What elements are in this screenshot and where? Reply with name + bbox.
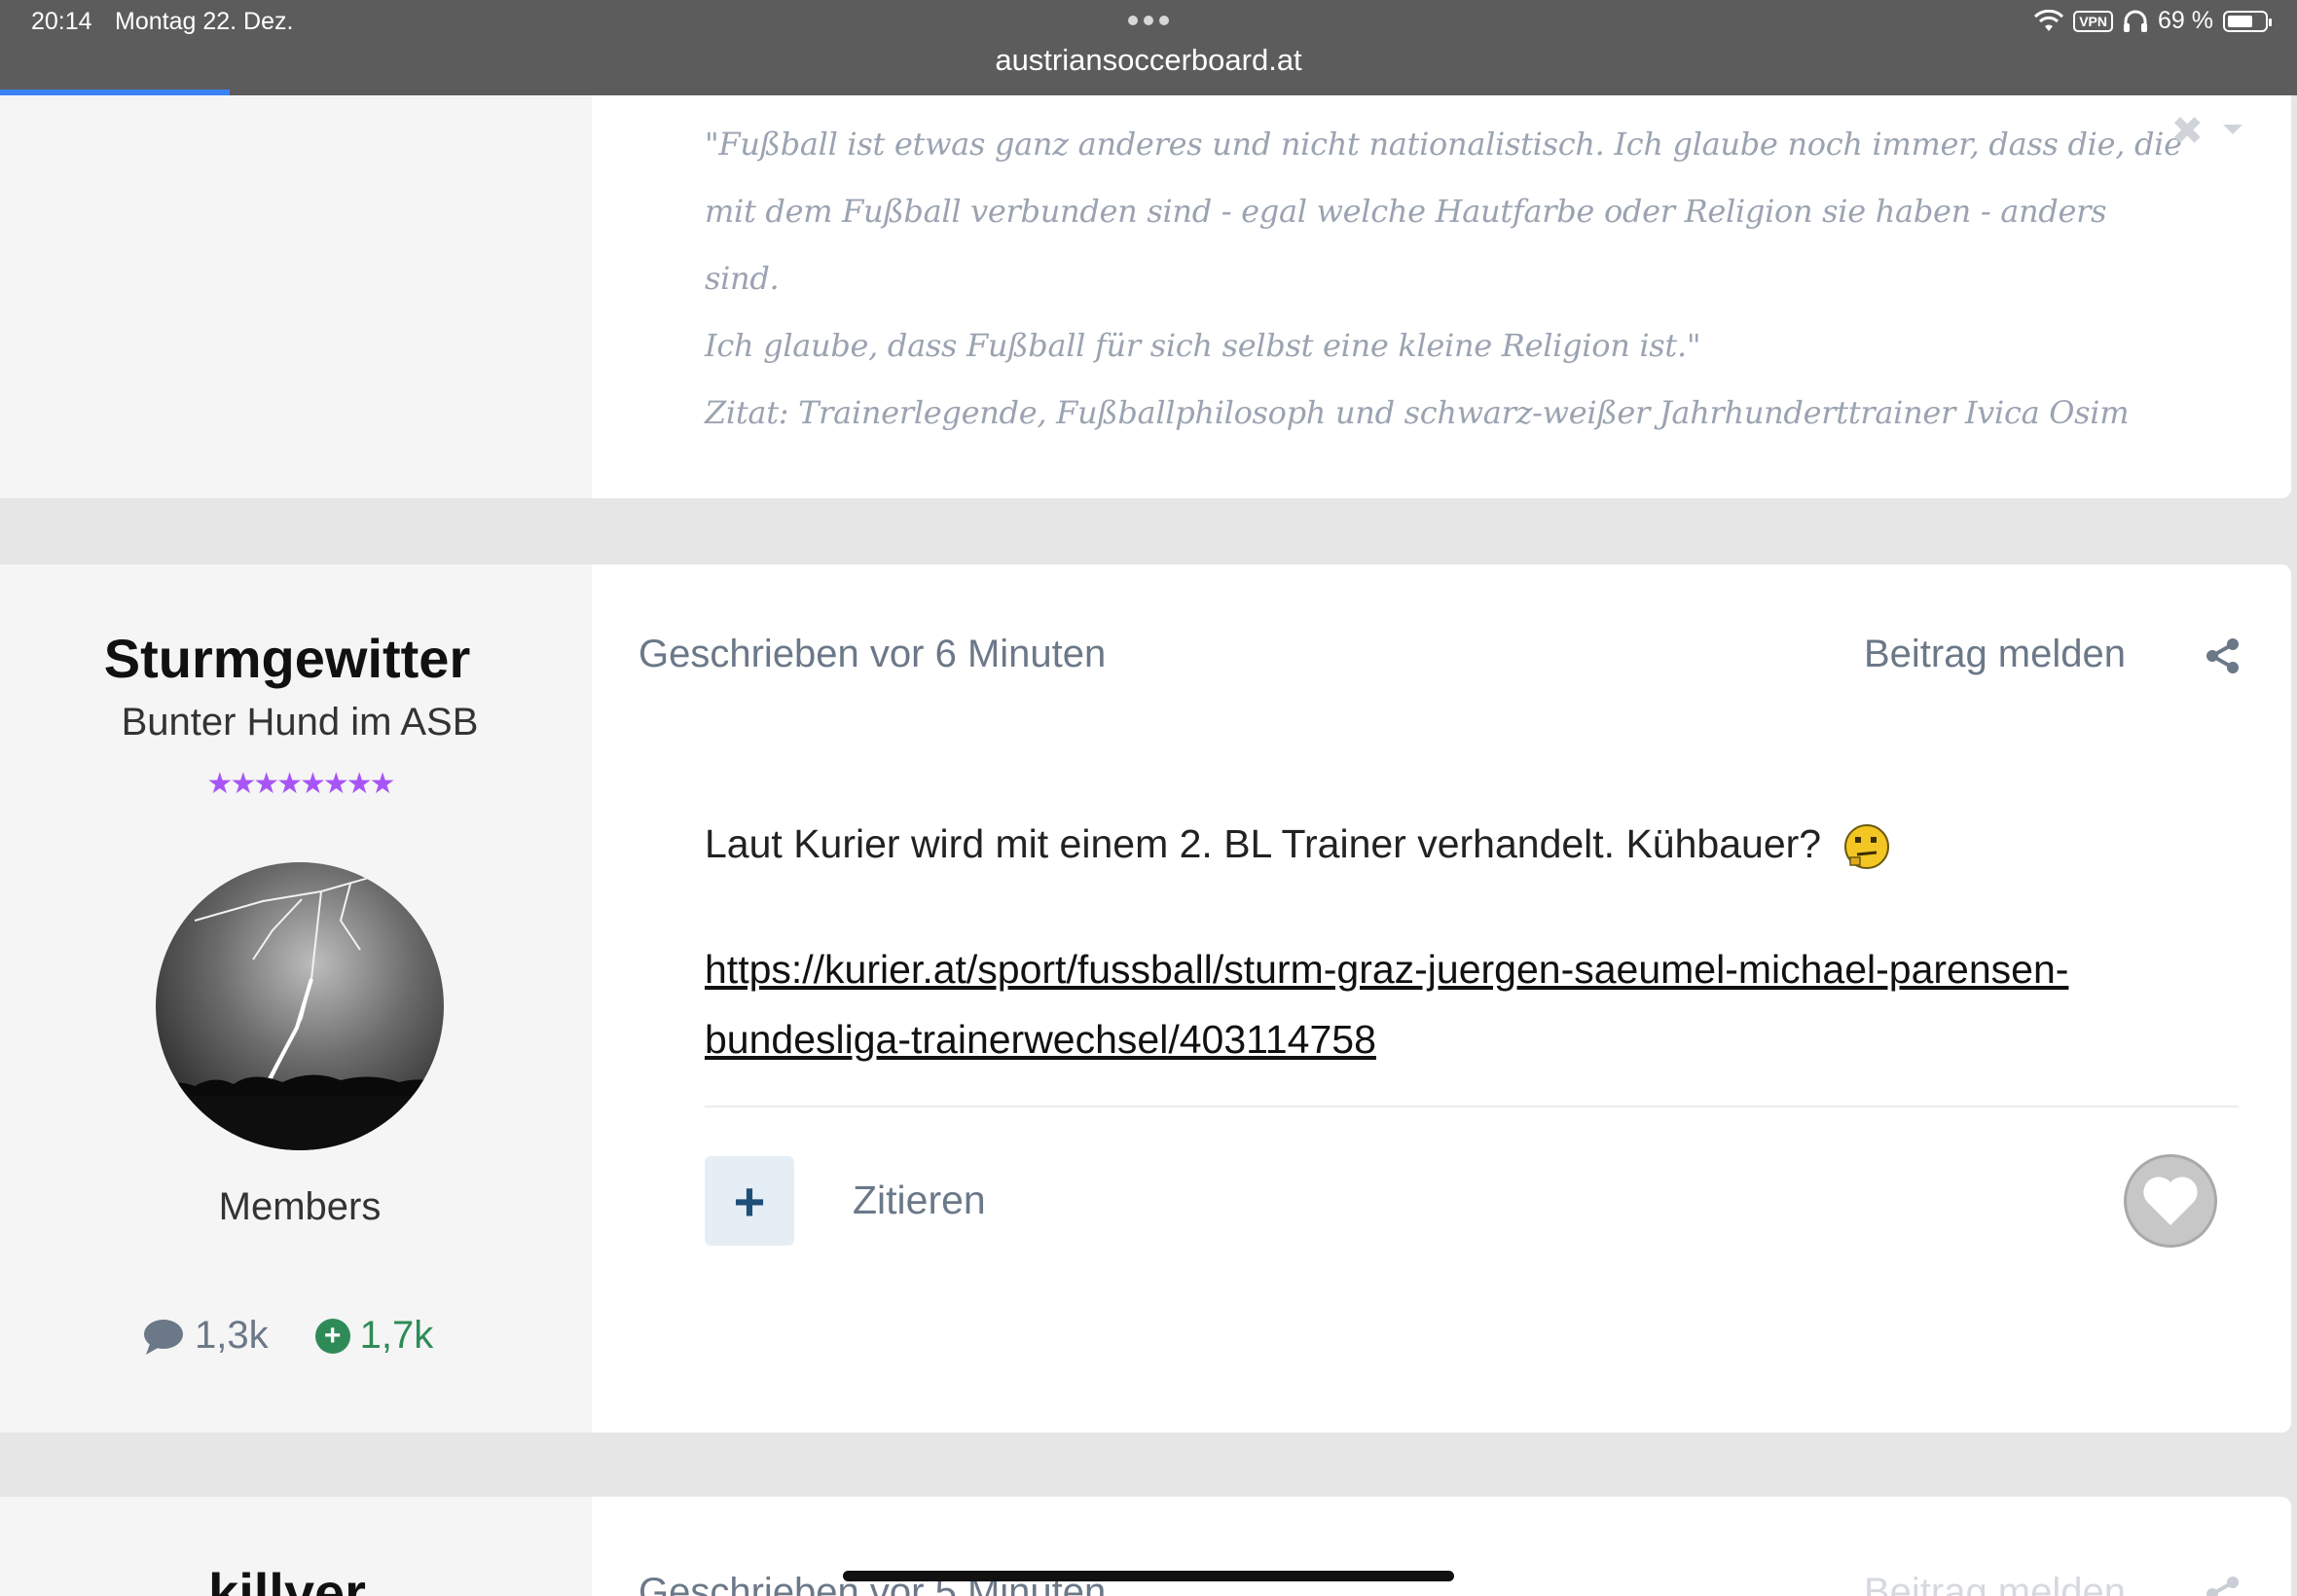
browser-top-bar: 20:14 Montag 22. Dez. austriansoccerboar… — [0, 0, 2297, 95]
tab-menu-dots-icon[interactable] — [1128, 16, 1169, 25]
post-footer-divider — [705, 1106, 2239, 1107]
author-name[interactable]: Sturmgewitter — [0, 627, 574, 690]
share-icon[interactable] — [2204, 636, 2242, 675]
battery-icon — [2223, 10, 2272, 32]
author-rank-stars: ★★★★★★★★ — [206, 768, 395, 800]
heart-icon — [2143, 1177, 2198, 1225]
author-title: Bunter Hund im ASB — [121, 701, 479, 744]
thinking-emoji-icon — [1843, 824, 1889, 870]
previous-post-author-column — [0, 95, 592, 498]
signature-quote: "Fußball ist etwas ganz anderes und nich… — [705, 111, 2184, 447]
status-date: Montag 22. Dez. — [115, 8, 294, 35]
report-post-link[interactable]: Beitrag melden — [1864, 633, 2126, 676]
status-time: 20:14 — [31, 8, 92, 35]
battery-percent: 69 % — [2158, 7, 2213, 34]
wifi-icon — [2034, 9, 2064, 31]
plus-icon: + — [733, 1170, 766, 1232]
post-panel: Sturmgewitter Bunter Hund im ASB ★★★★★★★… — [0, 564, 2291, 1433]
signature-line: mit dem Fußball verbunden sind - egal we… — [705, 193, 2107, 297]
home-indicator[interactable] — [843, 1571, 1454, 1581]
like-button[interactable] — [2124, 1154, 2217, 1248]
headphones-icon — [2124, 10, 2148, 32]
avatar[interactable] — [156, 862, 444, 1150]
status-indicators: VPN 69 % — [2034, 7, 2272, 35]
lightning-avatar-image — [156, 871, 444, 1150]
multiquote-add-button[interactable]: + — [705, 1156, 794, 1246]
signature-line: Zitat: Trainerlegende, Fußballphilosoph … — [705, 394, 2130, 431]
quote-button[interactable]: Zitieren — [853, 1178, 986, 1223]
author-reputation[interactable]: + 1,7k — [314, 1314, 434, 1358]
chevron-down-icon[interactable] — [2223, 125, 2242, 134]
vpn-badge: VPN — [2073, 10, 2114, 32]
close-icon[interactable]: ✖ — [2170, 109, 2204, 154]
author-post-count[interactable]: 1,3k — [142, 1314, 269, 1358]
plus-circle-icon: + — [314, 1318, 350, 1354]
address-bar-url[interactable]: austriansoccerboard.at — [995, 43, 1301, 78]
previous-post-panel: "Fußball ist etwas ganz anderes und nich… — [0, 95, 2291, 498]
author-column: Sturmgewitter Bunter Hund im ASB ★★★★★★★… — [0, 564, 592, 1433]
post-text: Laut Kurier wird mit einem 2. BL Trainer… — [705, 821, 1822, 866]
reputation-value: 1,7k — [359, 1314, 434, 1357]
next-author-column: killyer — [0, 1497, 592, 1596]
comment-icon — [144, 1319, 183, 1355]
author-stats: 1,3k + 1,7k — [142, 1314, 433, 1358]
post-external-link[interactable]: https://kurier.at/sport/fussball/sturm-g… — [705, 934, 2126, 1074]
author-group: Members — [218, 1185, 382, 1228]
signature-line: "Fußball ist etwas ganz anderes und nich… — [705, 126, 2182, 163]
next-report-post-link[interactable]: Beitrag melden — [1864, 1571, 2126, 1596]
signature-line: Ich glaube, dass Fußball für sich selbst… — [705, 327, 1701, 364]
post-count-value: 1,3k — [195, 1314, 269, 1357]
post-timestamp[interactable]: Geschrieben vor 6 Minuten — [638, 633, 1106, 676]
next-author-name[interactable]: killyer — [0, 1561, 574, 1596]
post-content: Laut Kurier wird mit einem 2. BL Trainer… — [705, 821, 1893, 871]
next-share-icon[interactable] — [2204, 1575, 2242, 1596]
